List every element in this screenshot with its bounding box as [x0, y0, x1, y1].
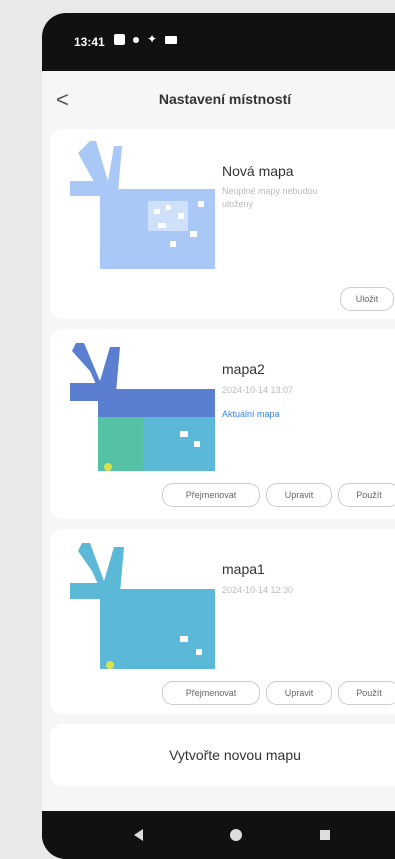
rename-button[interactable]: Přejmenovat: [162, 681, 260, 705]
nav-back-icon[interactable]: [134, 829, 143, 841]
status-bar: 13:41 ✦ ▾ ▮: [42, 13, 395, 71]
map-date: 2024-10-14 12:30: [222, 585, 294, 595]
save-button[interactable]: Uložit: [340, 287, 394, 311]
map-note: Neúplné mapy nebudou uloženy: [222, 186, 318, 209]
page-title: Nastavení místností: [158, 91, 292, 107]
phone-frame: 13:41 ✦ ▾ ▮ < Nastavení místností: [42, 13, 395, 859]
notification-icon: [114, 34, 125, 45]
map-card-mapa1[interactable]: mapa1 2024-10-14 12:30 Přejmenovat Uprav…: [50, 529, 395, 714]
create-map-button[interactable]: Vytvořte novou mapu: [50, 724, 395, 786]
map-name: Nová mapa: [222, 163, 294, 179]
map-name: mapa1: [222, 561, 265, 577]
status-icons: ✦: [114, 32, 178, 46]
map-card-new[interactable]: Nová mapa Neúplné mapy nebudou uloženy U…: [50, 129, 395, 319]
status-time: 13:41: [74, 35, 105, 49]
app-header: < Nastavení místností: [42, 71, 395, 129]
edit-button[interactable]: Upravit: [266, 483, 332, 507]
rename-button[interactable]: Přejmenovat: [162, 483, 260, 507]
message-icon: [165, 35, 178, 44]
map-date: 2024-10-14 13:07: [222, 385, 294, 395]
screen: < Nastavení místností Nová mapa Neúplné …: [42, 71, 395, 811]
map-preview-new: [70, 141, 215, 269]
edit-button[interactable]: Upravit: [266, 681, 332, 705]
map-preview-mapa1: [70, 543, 215, 669]
use-button[interactable]: Použít: [338, 483, 395, 507]
android-nav-bar: [42, 811, 395, 859]
nav-home-icon[interactable]: [230, 829, 242, 841]
dot-icon: [133, 36, 139, 43]
map-name: mapa2: [222, 361, 265, 377]
current-map-tag: Aktuální mapa: [222, 409, 280, 419]
nav-recents-icon[interactable]: [320, 830, 330, 840]
plus-icon: ✦: [147, 32, 158, 46]
map-preview-mapa2: [70, 343, 215, 471]
use-button[interactable]: Použít: [338, 681, 395, 705]
map-card-mapa2[interactable]: mapa2 2024-10-14 13:07 Aktuální mapa Pře…: [50, 329, 395, 519]
